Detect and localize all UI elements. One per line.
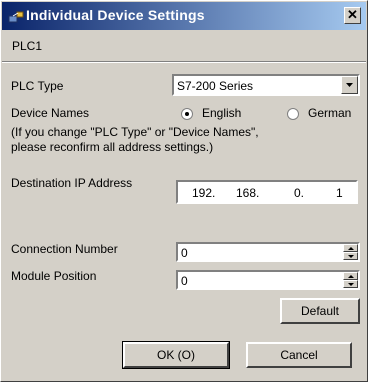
default-button[interactable]: Default — [280, 298, 360, 324]
ok-button[interactable]: OK (O) — [122, 341, 230, 369]
destination-ip-label: Destination IP Address — [11, 176, 133, 190]
connection-number-value[interactable]: 0 — [181, 246, 188, 260]
notice-line-1: (If you change "PLC Type" or "Device Nam… — [11, 125, 259, 139]
ip-octet-2[interactable]: 168. — [236, 186, 259, 200]
divider — [2, 62, 366, 63]
arrow-up-icon — [348, 247, 354, 250]
module-position-stepper[interactable]: 0 — [176, 270, 360, 290]
module-position-value[interactable]: 0 — [181, 274, 188, 288]
arrow-down-icon — [348, 255, 354, 258]
device-header: PLC1 — [2, 31, 366, 62]
dropdown-arrow-button[interactable] — [341, 76, 358, 94]
plc-type-select[interactable]: S7-200 Series — [172, 74, 360, 96]
connection-number-label: Connection Number — [11, 242, 118, 256]
device-names-label: Device Names — [11, 106, 90, 120]
radio-german-label[interactable]: German — [308, 106, 351, 120]
cancel-button[interactable]: Cancel — [246, 342, 352, 368]
arrow-up-icon — [348, 275, 354, 278]
ip-octet-1[interactable]: 192. — [192, 186, 215, 200]
chevron-down-icon — [346, 83, 353, 87]
connection-number-down-button[interactable] — [343, 252, 358, 260]
arrow-down-icon — [348, 283, 354, 286]
radio-english[interactable] — [181, 108, 193, 120]
dialog-window: Individual Device Settings ✕ PLC1 PLC Ty… — [0, 0, 368, 382]
module-position-up-button[interactable] — [343, 272, 358, 280]
ip-octet-4[interactable]: 1 — [336, 186, 343, 200]
ip-octet-3[interactable]: 0. — [294, 186, 304, 200]
module-position-down-button[interactable] — [343, 280, 358, 288]
title-bar[interactable]: Individual Device Settings ✕ — [2, 2, 366, 30]
window-title: Individual Device Settings — [26, 7, 205, 23]
radio-english-label[interactable]: English — [202, 106, 241, 120]
module-position-label: Module Position — [11, 269, 97, 283]
close-icon: ✕ — [347, 7, 358, 22]
network-device-icon — [8, 11, 24, 23]
close-button[interactable]: ✕ — [344, 7, 361, 24]
notice-line-2: please reconfirm all address settings.) — [11, 140, 214, 154]
plc-type-label: PLC Type — [11, 79, 64, 93]
device-name: PLC1 — [12, 39, 43, 53]
connection-number-stepper[interactable]: 0 — [176, 242, 360, 262]
connection-number-up-button[interactable] — [343, 244, 358, 252]
radio-german[interactable] — [287, 108, 299, 120]
plc-type-value: S7-200 Series — [177, 79, 254, 93]
destination-ip-input[interactable]: 192. 168. 0. 1 — [176, 180, 358, 204]
